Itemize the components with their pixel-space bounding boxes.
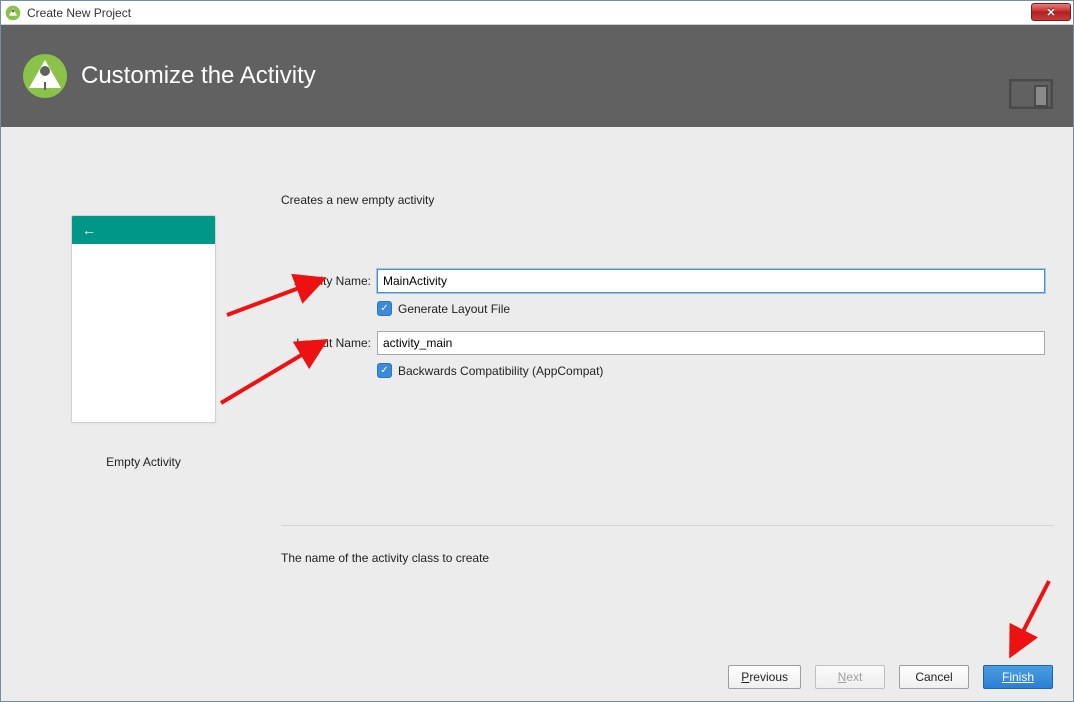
- generate-layout-checkbox[interactable]: ✓ Generate Layout File: [377, 301, 510, 316]
- generate-layout-label: Generate Layout File: [398, 302, 510, 316]
- wizard-banner: Customize the Activity: [1, 25, 1073, 127]
- activity-name-row: Activity Name:: [281, 269, 1045, 293]
- preview-app-bar: ←: [72, 216, 215, 244]
- dialog-window: Create New Project ✕ Customize the Activ…: [0, 0, 1074, 702]
- content-area: ← Empty Activity Creates a new empty act…: [1, 127, 1073, 701]
- footer-buttons: Previous Next Cancel Finish: [1, 653, 1073, 701]
- window-title: Create New Project: [27, 6, 131, 20]
- activity-name-label: Activity Name:: [281, 274, 377, 288]
- back-arrow-icon: ←: [82, 222, 96, 238]
- android-studio-icon: [5, 5, 21, 21]
- activity-name-input[interactable]: [377, 269, 1045, 293]
- backcompat-label: Backwards Compatibility (AppCompat): [398, 364, 603, 378]
- layout-name-label: Layout Name:: [281, 336, 377, 350]
- next-button: Next: [815, 665, 885, 689]
- finish-button[interactable]: Finish: [983, 665, 1053, 689]
- generate-layout-row: ✓ Generate Layout File: [281, 301, 510, 316]
- previous-button[interactable]: Previous: [728, 665, 801, 689]
- previous-label: revious: [749, 670, 788, 684]
- layout-name-input[interactable]: [377, 331, 1045, 355]
- backcompat-row: ✓ Backwards Compatibility (AppCompat): [281, 363, 603, 378]
- separator: [281, 525, 1053, 526]
- checkbox-checked-icon: ✓: [377, 363, 392, 378]
- layout-name-row: Layout Name:: [281, 331, 1045, 355]
- android-studio-logo-icon: [21, 52, 69, 100]
- device-preview-icon: [1009, 79, 1053, 112]
- close-icon: ✕: [1046, 6, 1055, 19]
- backcompat-checkbox[interactable]: ✓ Backwards Compatibility (AppCompat): [377, 363, 603, 378]
- preview-card: ←: [71, 215, 216, 423]
- preview-caption: Empty Activity: [71, 455, 216, 469]
- next-label: ext: [846, 670, 862, 684]
- intro-text: Creates a new empty activity: [281, 193, 434, 207]
- template-preview: ← Empty Activity: [71, 215, 216, 469]
- page-title: Customize the Activity: [81, 62, 316, 90]
- checkbox-checked-icon: ✓: [377, 301, 392, 316]
- titlebar: Create New Project ✕: [1, 1, 1073, 25]
- annotation-arrow-icon: [1001, 577, 1061, 663]
- helper-text: The name of the activity class to create: [281, 551, 489, 565]
- cancel-button[interactable]: Cancel: [899, 665, 969, 689]
- close-button[interactable]: ✕: [1031, 3, 1071, 21]
